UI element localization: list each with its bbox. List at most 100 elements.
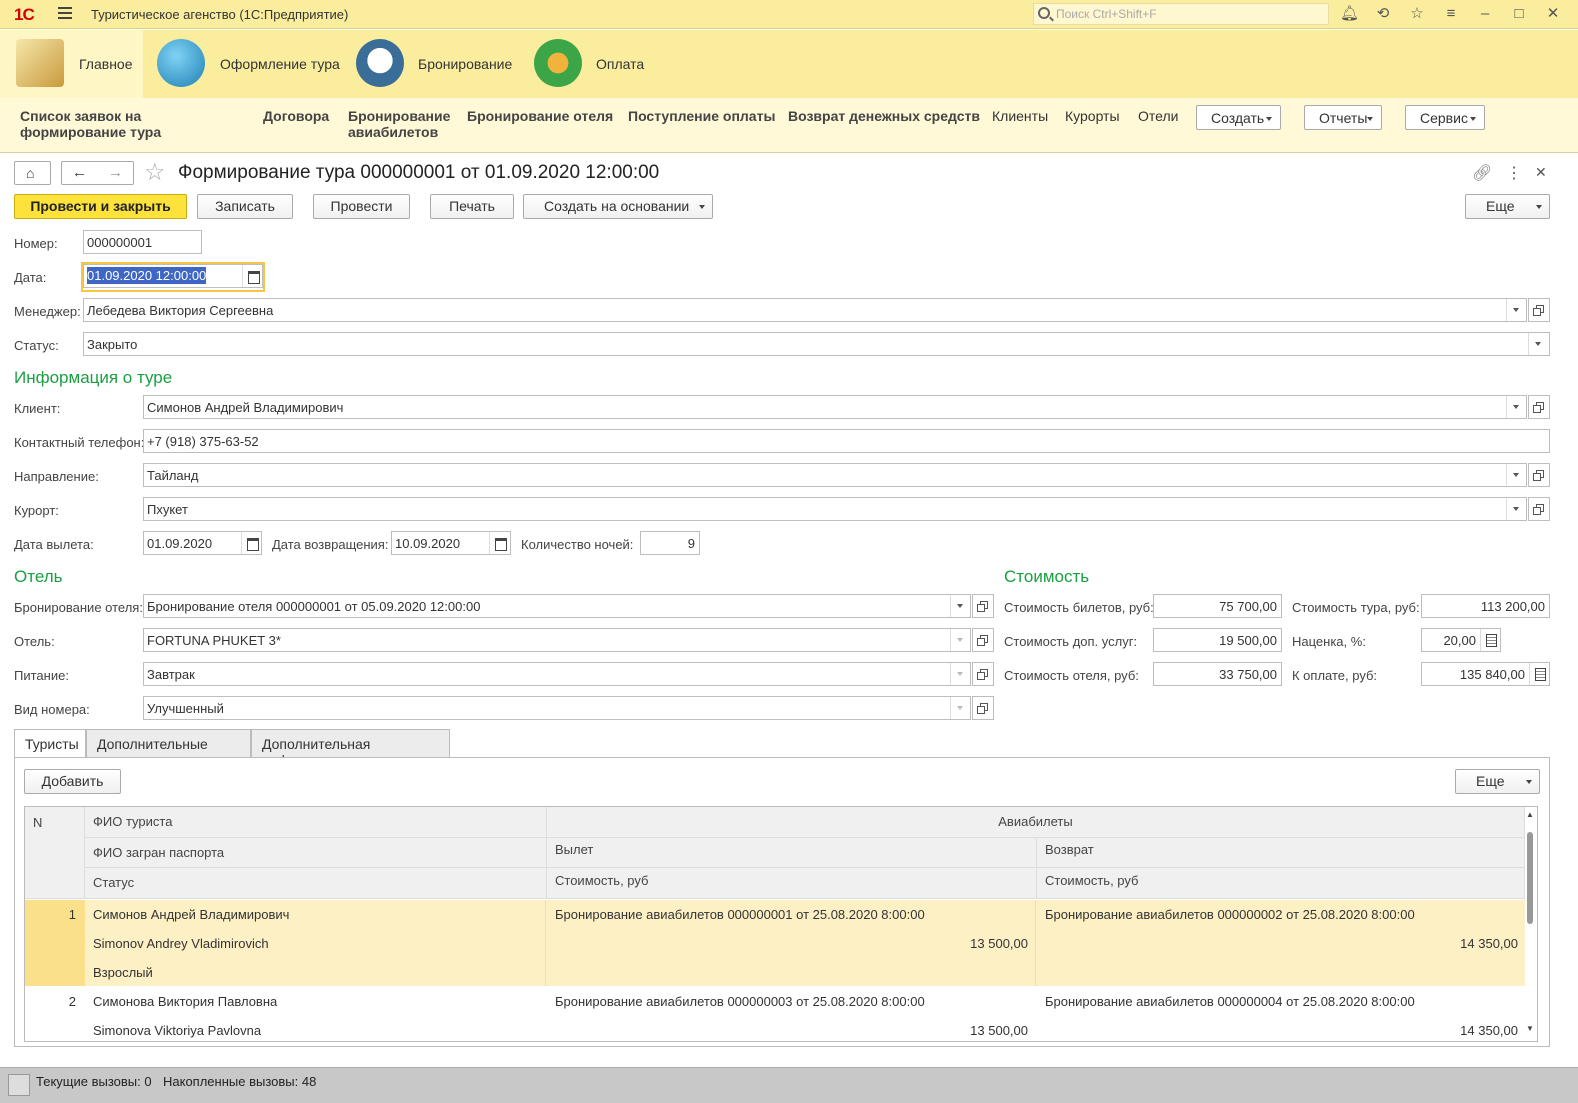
chevron-down-icon[interactable] <box>1506 498 1526 520</box>
header-n[interactable]: N <box>25 807 85 899</box>
number-field[interactable]: 000000001 <box>83 230 202 254</box>
nav-item-contracts[interactable]: Договора <box>263 108 329 124</box>
more-vert-icon[interactable]: ⋮ <box>1506 163 1522 183</box>
hotel-cost-field[interactable]: 33 750,00 <box>1153 662 1282 686</box>
history-icon[interactable]: ⟲ <box>1374 5 1392 23</box>
bell-icon[interactable]: 🔔︎ <box>1340 5 1359 23</box>
nights-field[interactable]: 9 <box>640 531 700 555</box>
section-payment[interactable]: Оплата <box>523 30 683 98</box>
section-main[interactable]: Главное <box>0 30 143 98</box>
open-icon[interactable] <box>972 696 994 720</box>
hotel-booking-field[interactable]: Бронирование отеля 000000001 от 05.09.20… <box>143 594 971 618</box>
table-row[interactable]: 2 Симонова Виктория Павловна Simonova Vi… <box>25 987 1525 1041</box>
scrollbar-thumb[interactable] <box>1527 832 1533 924</box>
header-return[interactable]: Возврат <box>1037 838 1525 868</box>
create-based-on-button[interactable]: Создать на основании <box>523 194 713 219</box>
home-button[interactable]: ⌂ <box>14 161 51 185</box>
tab-extra-services[interactable]: Дополнительные услуги <box>86 729 251 768</box>
section-tour[interactable]: Оформление тура <box>143 30 343 98</box>
nav-item-payments[interactable]: Поступление оплаты <box>628 108 775 124</box>
save-button[interactable]: Записать <box>197 194 293 219</box>
nav-item-resorts[interactable]: Курорты <box>1065 108 1120 124</box>
create-menu-button[interactable]: Создать <box>1196 105 1281 130</box>
calendar-icon[interactable] <box>241 532 261 554</box>
chevron-down-icon[interactable] <box>1506 396 1526 418</box>
chevron-down-icon[interactable] <box>1528 333 1548 355</box>
markup-field[interactable]: 20,00 <box>1421 628 1501 652</box>
nav-item-flight-booking[interactable]: Бронирование авиабилетов <box>348 108 450 140</box>
more-button[interactable]: Еще <box>1465 194 1550 219</box>
open-icon[interactable] <box>1528 395 1550 419</box>
chevron-down-icon[interactable] <box>950 595 970 617</box>
minimize-icon[interactable]: – <box>1476 5 1494 23</box>
close-window-icon[interactable]: ✕ <box>1544 5 1562 23</box>
section-booking[interactable]: Бронирование <box>343 30 523 98</box>
to-pay-field[interactable]: 135 840,00 <box>1421 662 1550 686</box>
forward-arrow-icon[interactable]: → <box>108 164 123 181</box>
depart-date-field[interactable]: 01.09.2020 <box>143 531 262 555</box>
row-depart-booking[interactable]: Бронирование авиабилетов 000000001 от 25… <box>555 907 925 922</box>
header-status[interactable]: Статус <box>85 868 547 899</box>
nav-item-refunds[interactable]: Возврат денежных средств <box>788 108 980 124</box>
nav-item-requests[interactable]: Список заявок на формирование тура <box>20 108 250 140</box>
search-input[interactable]: Поиск Ctrl+Shift+F <box>1033 3 1329 25</box>
header-tickets[interactable]: Авиабилеты <box>547 807 1525 838</box>
resort-field[interactable]: Пхукет <box>143 497 1527 521</box>
open-icon[interactable] <box>1528 298 1550 322</box>
post-and-close-button[interactable]: Провести и закрыть <box>14 194 187 219</box>
tour-cost-field[interactable]: 113 200,00 <box>1421 594 1550 618</box>
header-return-cost[interactable]: Стоимость, руб <box>1037 868 1525 899</box>
date-field[interactable]: 01.09.2020 12:00:00 <box>83 264 263 288</box>
open-icon[interactable] <box>1528 497 1550 521</box>
header-depart[interactable]: Вылет <box>547 838 1037 868</box>
calculator-icon[interactable] <box>1480 629 1500 651</box>
client-field[interactable]: Симонов Андрей Владимирович <box>143 395 1527 419</box>
hotel-field[interactable]: FORTUNA PHUKET 3* <box>143 628 971 652</box>
table-more-button[interactable]: Еще <box>1455 769 1540 794</box>
chevron-down-icon[interactable] <box>1506 299 1526 321</box>
scroll-up-icon[interactable]: ▲ <box>1526 810 1534 819</box>
maximize-icon[interactable]: □ <box>1510 5 1528 23</box>
meals-field[interactable]: Завтрак <box>143 662 971 686</box>
status-field[interactable]: Закрыто <box>83 332 1550 356</box>
menu-icon[interactable] <box>58 7 72 20</box>
open-icon[interactable] <box>1528 463 1550 487</box>
reports-menu-button[interactable]: Отчеты <box>1304 105 1382 130</box>
return-date-field[interactable]: 10.09.2020 <box>391 531 511 555</box>
extra-cost-field[interactable]: 19 500,00 <box>1153 628 1282 652</box>
vertical-scrollbar[interactable]: ▲ ▼ <box>1524 810 1536 1036</box>
chevron-down-icon[interactable] <box>950 629 970 651</box>
link-icon[interactable]: 🔗︎ <box>1472 163 1492 183</box>
direction-field[interactable]: Тайланд <box>143 463 1527 487</box>
nav-item-clients[interactable]: Клиенты <box>992 108 1048 124</box>
room-type-field[interactable]: Улучшенный <box>143 696 971 720</box>
settings-menu-icon[interactable]: ≡ <box>1442 5 1460 23</box>
scroll-down-icon[interactable]: ▼ <box>1526 1024 1534 1033</box>
calendar-icon[interactable] <box>242 265 262 287</box>
nav-item-hotel-booking[interactable]: Бронирование отеля <box>467 108 613 124</box>
manager-field[interactable]: Лебедева Виктория Сергеевна <box>83 298 1527 322</box>
close-form-icon[interactable]: ✕ <box>1535 164 1547 181</box>
star-icon[interactable]: ☆ <box>1408 5 1426 23</box>
chevron-down-icon[interactable] <box>950 697 970 719</box>
tab-extra-info[interactable]: Дополнительная информация <box>251 729 450 768</box>
open-icon[interactable] <box>972 662 994 686</box>
row-depart-booking[interactable]: Бронирование авиабилетов 000000003 от 25… <box>555 994 925 1009</box>
row-return-booking[interactable]: Бронирование авиабилетов 000000002 от 25… <box>1045 907 1415 922</box>
service-menu-button[interactable]: Сервис <box>1405 105 1485 130</box>
tickets-cost-field[interactable]: 75 700,00 <box>1153 594 1282 618</box>
header-depart-cost[interactable]: Стоимость, руб <box>547 868 1037 899</box>
tab-tourists[interactable]: Туристы <box>14 729 86 758</box>
chevron-down-icon[interactable] <box>950 663 970 685</box>
calendar-icon[interactable] <box>489 532 510 554</box>
row-return-booking[interactable]: Бронирование авиабилетов 000000004 от 25… <box>1045 994 1415 1009</box>
header-passport[interactable]: ФИО загран паспорта <box>85 838 547 868</box>
table-row[interactable]: 1 Симонов Андрей Владимирович Simonov An… <box>25 900 1525 986</box>
back-arrow-icon[interactable]: ← <box>72 164 87 181</box>
print-button[interactable]: Печать <box>430 194 514 219</box>
open-icon[interactable] <box>972 594 994 618</box>
nav-item-hotels[interactable]: Отели <box>1138 108 1178 124</box>
add-button[interactable]: Добавить <box>24 769 121 794</box>
favorite-star-icon[interactable]: ☆ <box>144 158 166 187</box>
post-button[interactable]: Провести <box>313 194 410 219</box>
